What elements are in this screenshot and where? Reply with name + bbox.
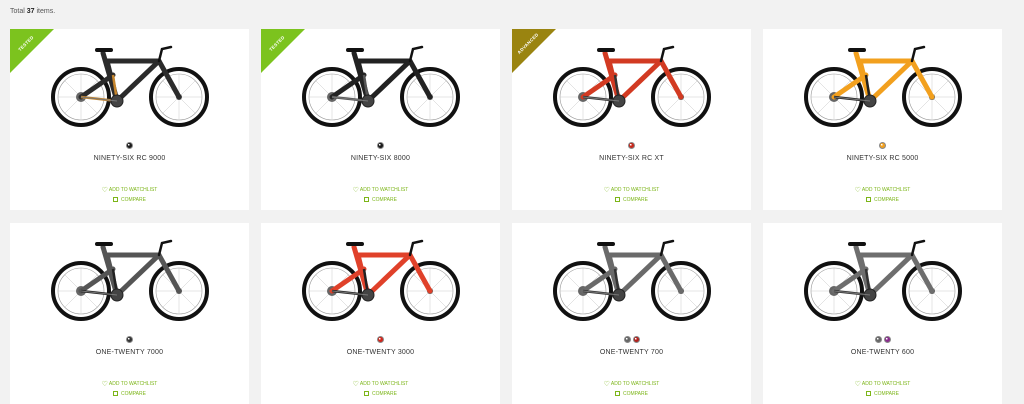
total-prefix: Total	[10, 8, 25, 15]
color-swatches	[10, 336, 249, 343]
color-swatch[interactable]	[883, 336, 891, 343]
heart-icon: ♡	[101, 187, 108, 194]
color-swatches	[261, 336, 500, 343]
watchlist-label: ADD TO WATCHLIST	[359, 381, 409, 387]
product-name[interactable]: NINETY-SIX RC 9000	[10, 155, 249, 162]
color-swatches	[512, 142, 751, 149]
compare-label: COMPARE	[372, 197, 397, 203]
watchlist-label: ADD TO WATCHLIST	[861, 381, 911, 387]
color-swatch[interactable]	[874, 336, 882, 343]
compare-checkbox[interactable]: COMPARE	[10, 391, 249, 397]
add-to-watchlist-link[interactable]: ♡ADD TO WATCHLIST	[10, 380, 249, 388]
product-card[interactable]: NINETY-SIX RC 5000 ♡ADD TO WATCHLIST COM…	[763, 29, 1002, 210]
product-card[interactable]: ONE-TWENTY 7000 ♡ADD TO WATCHLIST COMPAR…	[10, 223, 249, 404]
compare-checkbox[interactable]: COMPARE	[10, 197, 249, 203]
color-swatch[interactable]	[628, 142, 635, 149]
color-swatch[interactable]	[377, 142, 384, 149]
product-name[interactable]: ONE-TWENTY 600	[763, 349, 1002, 356]
checkbox-icon	[364, 391, 370, 396]
compare-checkbox[interactable]: COMPARE	[261, 391, 500, 397]
watchlist-label: ADD TO WATCHLIST	[108, 187, 158, 193]
checkbox-icon	[113, 197, 119, 202]
watchlist-label: ADD TO WATCHLIST	[861, 187, 911, 193]
checkbox-icon	[364, 197, 370, 202]
total-count: 37	[26, 8, 35, 15]
compare-label: COMPARE	[874, 391, 899, 397]
product-name[interactable]: ONE-TWENTY 3000	[261, 349, 500, 356]
checkbox-icon	[866, 197, 872, 202]
compare-checkbox[interactable]: COMPARE	[261, 197, 500, 203]
color-swatch[interactable]	[623, 336, 631, 343]
heart-icon: ♡	[101, 381, 108, 388]
checkbox-icon	[113, 391, 119, 396]
bike-image[interactable]	[800, 39, 966, 131]
heart-icon: ♡	[854, 381, 861, 388]
bike-image[interactable]	[47, 39, 213, 131]
compare-label: COMPARE	[623, 197, 648, 203]
checkbox-icon	[615, 197, 621, 202]
color-swatches	[512, 336, 751, 343]
compare-label: COMPARE	[874, 197, 899, 203]
product-card[interactable]: TESTED NINETY-SIX RC 9000 ♡ADD TO WATCHL…	[10, 29, 249, 210]
bike-image[interactable]	[549, 233, 715, 325]
product-card[interactable]: ONE-TWENTY 3000 ♡ADD TO WATCHLIST COMPAR…	[261, 223, 500, 404]
bike-image[interactable]	[47, 233, 213, 325]
color-swatches	[10, 142, 249, 149]
color-swatch[interactable]	[632, 336, 640, 343]
product-card[interactable]: ADVANCED NINETY-SIX RC XT ♡ADD TO WATCHL…	[512, 29, 751, 210]
product-name[interactable]: NINETY-SIX RC 5000	[763, 155, 1002, 162]
color-swatch[interactable]	[126, 142, 133, 149]
add-to-watchlist-link[interactable]: ♡ADD TO WATCHLIST	[763, 186, 1002, 194]
total-items-count: Total 37 items.	[10, 8, 55, 15]
bike-image[interactable]	[800, 233, 966, 325]
compare-label: COMPARE	[372, 391, 397, 397]
compare-checkbox[interactable]: COMPARE	[763, 197, 1002, 203]
total-suffix: items.	[36, 8, 56, 15]
color-swatches	[763, 142, 1002, 149]
bike-image[interactable]	[298, 233, 464, 325]
add-to-watchlist-link[interactable]: ♡ADD TO WATCHLIST	[10, 186, 249, 194]
color-swatches	[261, 142, 500, 149]
heart-icon: ♡	[854, 187, 861, 194]
color-swatch[interactable]	[126, 336, 133, 343]
heart-icon: ♡	[603, 187, 610, 194]
heart-icon: ♡	[603, 381, 610, 388]
heart-icon: ♡	[352, 381, 359, 388]
heart-icon: ♡	[352, 187, 359, 194]
product-name[interactable]: NINETY-SIX 8000	[261, 155, 500, 162]
product-name[interactable]: ONE-TWENTY 7000	[10, 349, 249, 356]
product-card[interactable]: TESTED NINETY-SIX 8000 ♡ADD TO WATCHLIST…	[261, 29, 500, 210]
checkbox-icon	[615, 391, 621, 396]
checkbox-icon	[866, 391, 872, 396]
compare-checkbox[interactable]: COMPARE	[763, 391, 1002, 397]
add-to-watchlist-link[interactable]: ♡ADD TO WATCHLIST	[512, 186, 751, 194]
compare-label: COMPARE	[623, 391, 648, 397]
color-swatch[interactable]	[879, 142, 886, 149]
add-to-watchlist-link[interactable]: ♡ADD TO WATCHLIST	[261, 186, 500, 194]
add-to-watchlist-link[interactable]: ♡ADD TO WATCHLIST	[763, 380, 1002, 388]
bike-image[interactable]	[298, 39, 464, 131]
bike-image[interactable]	[549, 39, 715, 131]
watchlist-label: ADD TO WATCHLIST	[610, 381, 660, 387]
product-card[interactable]: ONE-TWENTY 600 ♡ADD TO WATCHLIST COMPARE	[763, 223, 1002, 404]
watchlist-label: ADD TO WATCHLIST	[359, 187, 409, 193]
product-name[interactable]: ONE-TWENTY 700	[512, 349, 751, 356]
watchlist-label: ADD TO WATCHLIST	[610, 187, 660, 193]
product-card[interactable]: ONE-TWENTY 700 ♡ADD TO WATCHLIST COMPARE	[512, 223, 751, 404]
compare-label: COMPARE	[121, 197, 146, 203]
product-grid: TESTED NINETY-SIX RC 9000 ♡ADD TO WATCHL…	[10, 29, 1002, 404]
color-swatch[interactable]	[377, 336, 384, 343]
compare-checkbox[interactable]: COMPARE	[512, 197, 751, 203]
add-to-watchlist-link[interactable]: ♡ADD TO WATCHLIST	[512, 380, 751, 388]
color-swatches	[763, 336, 1002, 343]
compare-label: COMPARE	[121, 391, 146, 397]
add-to-watchlist-link[interactable]: ♡ADD TO WATCHLIST	[261, 380, 500, 388]
compare-checkbox[interactable]: COMPARE	[512, 391, 751, 397]
product-name[interactable]: NINETY-SIX RC XT	[512, 155, 751, 162]
watchlist-label: ADD TO WATCHLIST	[108, 381, 158, 387]
